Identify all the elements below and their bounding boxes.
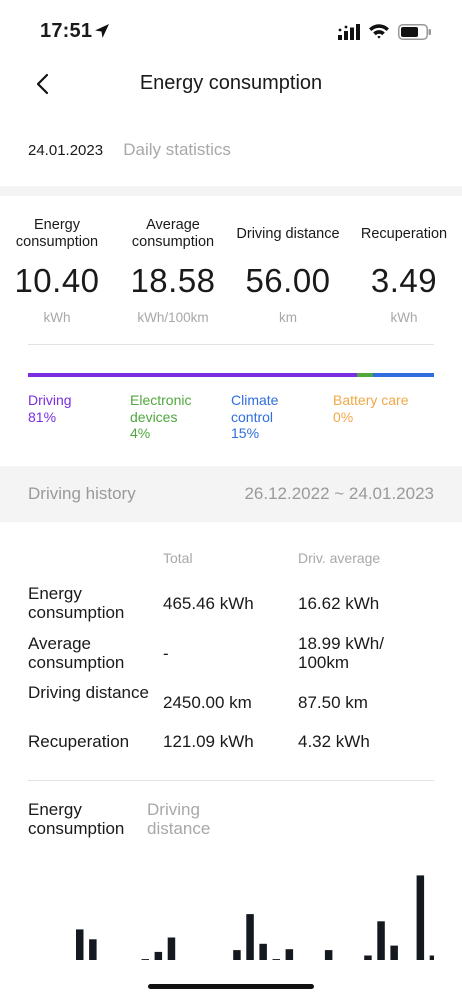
energy-consumption-chart: [76, 875, 434, 961]
legend-percent: 15%: [231, 425, 260, 441]
stat-value: 10.40: [14, 262, 100, 299]
row-total: 121.09 kWh: [163, 732, 254, 751]
stat-unit: kWh: [43, 310, 71, 325]
row-label: Driving distance: [28, 683, 149, 702]
stat-driving-distance: Driving distance 56.00 km: [233, 216, 343, 326]
column-header-total: Total: [163, 550, 193, 566]
legend-percent: 4%: [130, 425, 151, 441]
chart-bar[interactable]: [416, 875, 425, 960]
chart-bar[interactable]: [324, 950, 333, 960]
stat-label: Driving distance: [236, 225, 340, 242]
legend-label: Electronic devices: [130, 392, 192, 425]
stat-average-consumption: Average consumption 18.58 kWh/100km: [118, 216, 228, 325]
table-row: Recuperation 121.09 kWh 4.32 kWh: [28, 732, 434, 756]
cellular-signal-icon: [338, 24, 360, 40]
tab-energy-consumption[interactable]: Energy consumption: [28, 800, 138, 838]
legend-percent: 0%: [333, 408, 354, 425]
wifi-icon: [369, 24, 389, 39]
row-total: 465.46 kWh: [163, 594, 254, 613]
stat-value: 18.58: [130, 262, 216, 299]
driving-history-header[interactable]: Driving history 26.12.2022 ~ 24.01.2023: [0, 466, 462, 522]
row-average: 4.32 kWh: [298, 732, 370, 751]
row-average: 16.62 kWh: [298, 594, 380, 613]
table-row: Average consumption - 18.99 kWh/ 100km: [28, 634, 434, 674]
chart-bar[interactable]: [259, 943, 267, 960]
table-row: Driving distance 2450.00 km 87.50 km: [28, 683, 434, 723]
history-date-range[interactable]: 26.12.2022 ~ 24.01.2023: [244, 484, 434, 504]
driving-history-label: Driving history: [28, 484, 136, 503]
chart-bar[interactable]: [272, 959, 281, 960]
row-total: -: [163, 644, 169, 663]
row-label: Recuperation: [28, 732, 130, 751]
chart-bar[interactable]: [154, 951, 163, 960]
chart-bar[interactable]: [76, 929, 84, 960]
tab-driving-distance[interactable]: Driving distance: [147, 800, 227, 838]
chart-bar[interactable]: [89, 939, 97, 960]
nav-bar: Energy consumption: [0, 60, 462, 108]
section-separator: [0, 186, 462, 196]
battery-icon: [398, 24, 431, 40]
stat-unit: kWh/100km: [137, 310, 209, 325]
page-title: Energy consumption: [139, 72, 323, 94]
column-header-average: Driv. average: [298, 550, 381, 566]
legend-driving: Driving 81%: [28, 392, 128, 425]
stat-label: Average consumption: [131, 217, 215, 250]
chart-bar[interactable]: [285, 949, 294, 960]
chart-bar[interactable]: [390, 945, 398, 960]
legend-climate-control: Climate control 15%: [231, 392, 301, 442]
legend-battery-care: Battery care 0%: [333, 392, 433, 425]
divider: [28, 344, 434, 345]
date-selector[interactable]: 24.01.2023 Daily statistics: [28, 140, 231, 160]
divider: [28, 780, 434, 781]
consumption-breakdown-bar: [28, 373, 434, 377]
location-arrow-icon: [95, 24, 109, 38]
stat-unit: kWh: [390, 310, 418, 325]
home-indicator[interactable]: [148, 984, 314, 989]
chart-bar[interactable]: [364, 955, 372, 961]
row-label: Energy consumption: [28, 584, 125, 622]
chart-bar[interactable]: [246, 914, 254, 960]
legend-electronic-devices: Electronic devices 4%: [130, 392, 210, 442]
selected-date[interactable]: 24.01.2023: [28, 142, 103, 159]
status-time: 17:51: [40, 20, 93, 42]
legend-label: Driving: [28, 392, 72, 408]
row-average: 87.50 km: [298, 693, 368, 712]
chart-bar[interactable]: [233, 950, 241, 960]
statistics-mode[interactable]: Daily statistics: [123, 140, 231, 159]
breakdown-segment: [356, 373, 374, 377]
chart-bar[interactable]: [377, 921, 385, 960]
row-average: 18.99 kWh/ 100km: [298, 634, 384, 672]
stat-energy-consumption: Energy consumption 10.40 kWh: [2, 216, 112, 325]
legend-percent: 81%: [28, 408, 57, 425]
stat-unit: km: [279, 310, 297, 325]
legend-label: Battery care: [333, 392, 409, 408]
row-total: 2450.00 km: [163, 693, 252, 712]
stat-label: Recuperation: [360, 225, 448, 242]
chart-bar[interactable]: [429, 955, 434, 961]
row-label: Average consumption: [28, 634, 125, 672]
breakdown-segment: [373, 373, 434, 377]
breakdown-segment: [28, 373, 357, 377]
status-bar: 17:51: [0, 0, 462, 64]
daily-stats: Energy consumption 10.40 kWh Average con…: [0, 216, 462, 326]
stat-recuperation: Recuperation 3.49 kWh: [349, 216, 459, 326]
stat-value: 3.49: [370, 262, 438, 299]
stat-label: Energy consumption: [15, 217, 99, 250]
chart-bar[interactable]: [167, 937, 176, 961]
legend-label: Climate control: [231, 392, 279, 425]
table-row: Energy consumption 465.46 kWh 16.62 kWh: [28, 584, 434, 624]
stat-value: 56.00: [245, 262, 331, 299]
chart-bar[interactable]: [141, 959, 150, 960]
